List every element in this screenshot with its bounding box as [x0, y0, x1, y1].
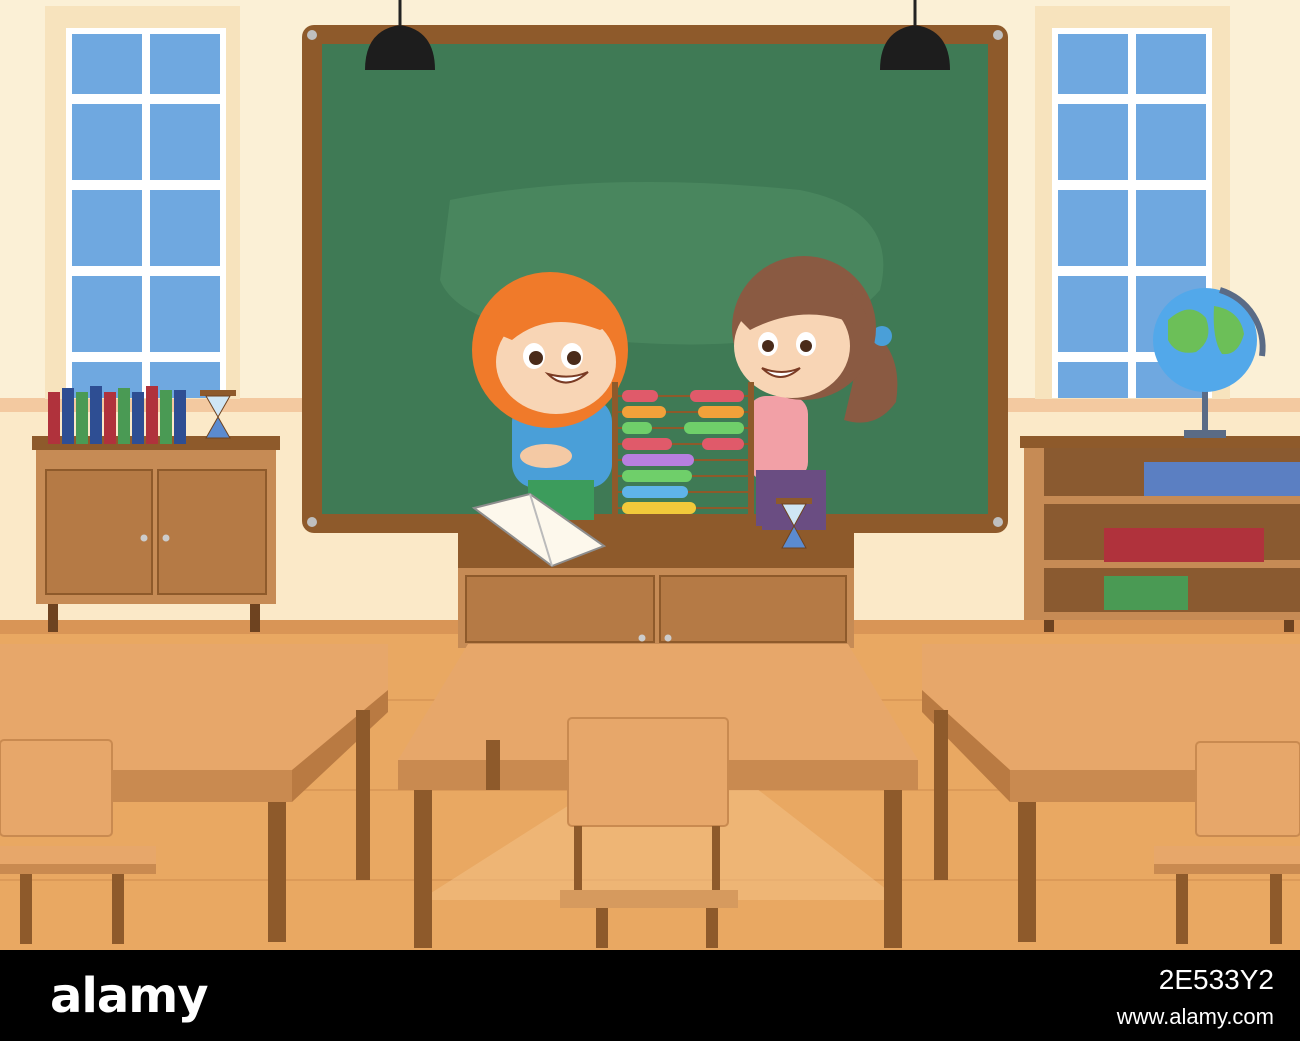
- watermark-logo: alamy: [50, 968, 209, 1024]
- cabinet-left: [32, 436, 280, 632]
- window-left: [45, 6, 240, 399]
- bookshelf-right: [1020, 436, 1300, 632]
- watermark-url: www.alamy.com: [1116, 1004, 1274, 1029]
- classroom-illustration: [0, 0, 1300, 950]
- watermark-image-id: 2E533Y2: [1158, 964, 1274, 995]
